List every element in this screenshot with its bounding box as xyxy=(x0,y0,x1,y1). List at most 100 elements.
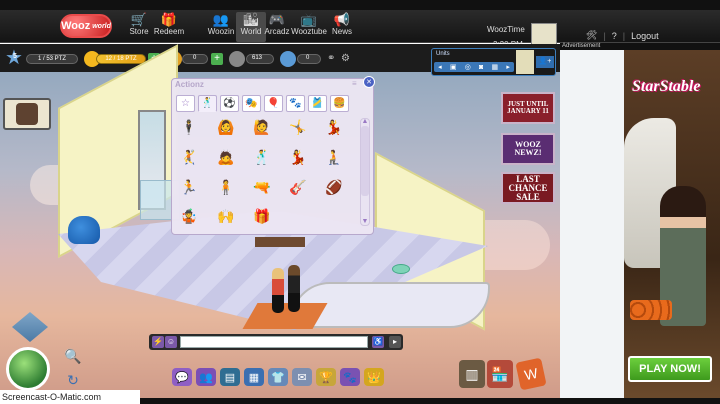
pose-button[interactable]: 🤹 xyxy=(180,206,198,226)
username: WoozTime xyxy=(487,25,525,34)
rotate-icon[interactable]: ↻ xyxy=(62,372,84,392)
chevron-left-icon[interactable]: ◂ xyxy=(438,63,442,71)
camera-icon[interactable]: ◙ xyxy=(479,64,483,71)
tools-icon[interactable]: 🛠 xyxy=(586,30,597,41)
actionz-minimize-button[interactable]: ≡ xyxy=(352,79,357,88)
lightning-icon[interactable]: ⚡ xyxy=(152,336,164,348)
pose-button[interactable]: 🏈 xyxy=(325,177,343,197)
profile-card-icon[interactable]: ▦ xyxy=(244,368,264,386)
link-icon[interactable]: ⚭ xyxy=(327,53,335,64)
pose-button[interactable]: 🔫 xyxy=(253,177,271,197)
actionz-tab-dance[interactable]: 🕺 xyxy=(198,95,217,112)
megaphone-icon: 📢 xyxy=(333,11,351,27)
nav-world-label: World xyxy=(240,27,262,36)
actions-icon[interactable]: ♿ xyxy=(372,336,384,348)
logo-text: Wooz xyxy=(61,20,91,32)
wardrobe-icon[interactable]: 👕 xyxy=(268,368,288,386)
pose-button[interactable]: 🤸 xyxy=(289,117,307,137)
promo-text: JANUARY 11 xyxy=(507,107,549,115)
add-friend-icon[interactable]: 👤+ xyxy=(536,56,554,68)
xp-bar: 1 / 53 PTZ xyxy=(26,54,78,64)
tv-icon: 📺 xyxy=(300,11,318,27)
ad-title: StarStable xyxy=(632,78,701,95)
nav-redeem[interactable]: 🎁 Redeem xyxy=(154,12,184,42)
units-avatar[interactable] xyxy=(516,50,534,74)
floor-item[interactable] xyxy=(392,264,410,274)
room-thumbnail[interactable] xyxy=(3,98,51,130)
promo-last-chance-sale[interactable]: LAST CHANCE SALE xyxy=(501,172,555,204)
actionz-scroll-thumb[interactable] xyxy=(361,126,369,196)
catalog-icon[interactable]: ▥ xyxy=(459,360,485,388)
pets-icon[interactable]: 🐾 xyxy=(340,368,360,386)
pose-button[interactable]: 🙌 xyxy=(217,206,235,226)
logout-button[interactable]: Logout xyxy=(631,31,659,41)
gems-icon xyxy=(229,51,245,67)
nav-woozin[interactable]: 👥 Woozin xyxy=(206,12,236,42)
shop-icon[interactable]: 🏪 xyxy=(487,360,513,388)
chat-input[interactable] xyxy=(180,336,368,348)
crown-icon[interactable]: 👑 xyxy=(364,368,384,386)
pose-button[interactable]: 🕺 xyxy=(253,147,271,167)
nav-store[interactable]: 🛒 Store xyxy=(124,12,154,42)
chevron-right-icon[interactable]: ▸ xyxy=(506,63,510,71)
actionz-tab-clothes[interactable]: 🎽 xyxy=(308,95,327,112)
level-number: 5 xyxy=(13,53,17,60)
actionz-tab-pets[interactable]: 🐾 xyxy=(286,95,305,112)
cart-icon: 🛒 xyxy=(130,11,148,27)
pose-button[interactable]: 🧎 xyxy=(325,147,343,167)
room-owner-icon xyxy=(16,103,38,125)
nav-news[interactable]: 📢 News xyxy=(327,12,357,42)
pose-button[interactable]: 🕴 xyxy=(180,117,198,137)
inventory-icon[interactable]: ▤ xyxy=(220,368,240,386)
pose-button[interactable]: 🎁 xyxy=(253,206,271,226)
actionz-close-button[interactable]: ✕ xyxy=(363,76,375,88)
emoticon-icon[interactable]: ☺ xyxy=(165,336,177,348)
pose-button[interactable]: 💃 xyxy=(289,147,307,167)
actionz-tab-food[interactable]: 🍔 xyxy=(330,95,349,112)
top-right-controls: 🛠 | ? | Logout xyxy=(586,30,659,41)
wardrobe-icon[interactable]: ▣ xyxy=(450,63,457,71)
bean-bag-chair[interactable] xyxy=(68,216,100,244)
actionz-tab-party[interactable]: 🎈 xyxy=(264,95,283,112)
nav-arcadz[interactable]: 🎮 Arcadz xyxy=(262,12,292,42)
map-globe-icon[interactable] xyxy=(6,347,50,391)
actionz-tab-emotes[interactable]: 🎭 xyxy=(242,95,261,112)
pose-button[interactable]: 🙆 xyxy=(217,117,235,137)
nav-wooztube[interactable]: 📺 Wooztube xyxy=(291,11,327,42)
settings-icon[interactable]: ⚙ xyxy=(341,53,350,64)
add-coins-button[interactable]: + xyxy=(211,53,223,65)
avatar-character[interactable] xyxy=(288,265,300,312)
actionz-title: Actionz xyxy=(175,80,204,89)
promo-wooz-newz[interactable]: WOOZ NEWZ! xyxy=(501,133,555,165)
pose-button[interactable]: 🏃 xyxy=(180,177,198,197)
pose-button[interactable]: 🎸 xyxy=(289,177,307,197)
friends-icon[interactable]: 👥 xyxy=(196,368,216,386)
scroll-up-icon[interactable]: ▲ xyxy=(360,117,370,126)
pose-button[interactable]: 💃 xyxy=(325,117,343,137)
divider: | xyxy=(603,30,606,41)
gift-icon: 🎁 xyxy=(160,11,178,27)
target-icon[interactable]: ◎ xyxy=(465,63,471,71)
actionz-tab-sports[interactable]: ⚽ xyxy=(220,95,239,112)
promo-just-until[interactable]: JUST UNTIL JANUARY 11 xyxy=(501,92,555,124)
pose-button[interactable]: 🙇 xyxy=(217,147,235,167)
wooz-badge-icon[interactable]: W xyxy=(515,357,547,391)
mail-icon[interactable]: ✉ xyxy=(292,368,312,386)
pose-button[interactable]: 🤾 xyxy=(180,147,198,167)
help-button[interactable]: ? xyxy=(612,31,617,41)
advertisement-label: Advertisement xyxy=(560,43,720,50)
avatar-character[interactable] xyxy=(272,268,284,313)
chat-bubbles-icon[interactable]: 💬 xyxy=(172,368,192,386)
pose-button[interactable]: 🧍 xyxy=(217,177,235,197)
zoom-icon[interactable]: 🔍 xyxy=(62,348,84,368)
trophy-icon[interactable]: 🏆 xyxy=(316,368,336,386)
scroll-down-icon[interactable]: ▼ xyxy=(360,217,370,226)
actionz-tab-favorites[interactable]: ☆ xyxy=(176,95,195,112)
gems-value: 613 xyxy=(252,55,263,61)
floor-mat xyxy=(255,237,305,247)
chat-send-icon[interactable]: ▸ xyxy=(389,336,401,348)
pose-button[interactable]: 🙋 xyxy=(253,117,271,137)
play-now-button[interactable]: PLAY NOW! xyxy=(628,356,712,382)
woozworld-logo[interactable]: Wooz world xyxy=(60,14,112,38)
grid-icon[interactable]: ▦ xyxy=(491,63,498,71)
